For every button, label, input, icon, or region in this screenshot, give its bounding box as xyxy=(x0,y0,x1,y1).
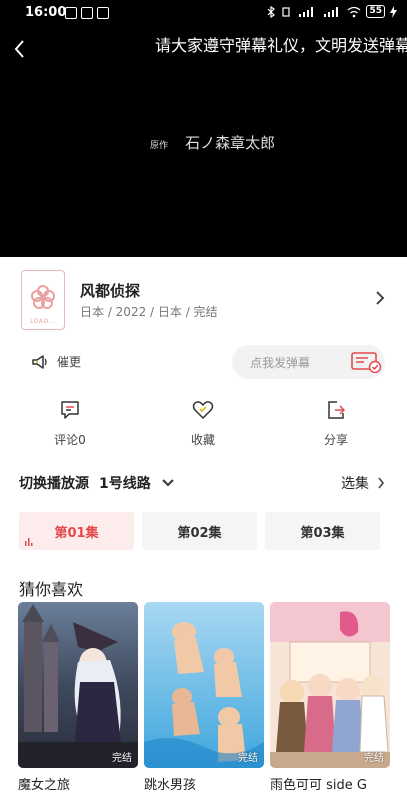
episode-label: 第03集 xyxy=(300,525,345,541)
select-episode-button[interactable]: 选集 xyxy=(341,473,385,493)
comment-icon xyxy=(61,401,79,419)
anime-meta: 日本 / 2022 / 日本 / 完结 xyxy=(80,305,218,319)
heart-icon xyxy=(192,401,214,419)
vibrate-icon xyxy=(282,6,291,17)
status-badge: 完结 xyxy=(238,753,258,764)
danmaku-placeholder: 点我发弹幕 xyxy=(250,356,311,370)
notification-icon xyxy=(97,7,109,19)
recommend-card[interactable]: 完结 跳水男孩 xyxy=(144,602,264,793)
notification-icon xyxy=(81,7,93,19)
episode-item[interactable]: 第03集 xyxy=(265,512,380,550)
chevron-right-icon[interactable] xyxy=(375,290,385,306)
select-episode-label: 选集 xyxy=(341,476,369,492)
episode-item[interactable]: 第01集 xyxy=(19,512,134,550)
battery-icon: 55 xyxy=(366,5,385,18)
urge-update-button[interactable]: 催更 xyxy=(31,353,81,370)
credit-role: 原作 xyxy=(150,141,169,151)
notification-icon xyxy=(65,7,77,19)
episode-list: 第01集 第02集 第03集 xyxy=(19,512,380,550)
source-switcher[interactable]: 切换播放源 1号线路 xyxy=(19,473,175,493)
chevron-right-icon xyxy=(378,477,385,489)
charging-icon xyxy=(390,5,397,18)
chevron-left-icon xyxy=(14,40,24,58)
urge-label: 催更 xyxy=(57,355,82,369)
recommend-card-title: 魔女之旅 xyxy=(18,778,71,793)
episode-label: 第01集 xyxy=(54,525,99,541)
playing-icon xyxy=(25,538,33,546)
recommend-list: 完结 魔女之旅 完结 跳水男孩 完结 雨色可可 side G xyxy=(18,602,390,793)
recommend-card-title: 跳水男孩 xyxy=(144,778,197,793)
system-icons: 55 xyxy=(267,5,397,18)
recommend-card[interactable]: 完结 魔女之旅 xyxy=(18,602,138,793)
anime-title: 风都侦探 xyxy=(80,282,141,300)
loading-text: LOAD... xyxy=(30,318,56,325)
cafe-girls-art-image xyxy=(270,602,390,768)
source-line: 1号线路 xyxy=(99,476,151,492)
share-button[interactable]: 分享 xyxy=(296,400,376,448)
diving-boys-art-image xyxy=(144,602,264,768)
danmaku-settings-icon[interactable] xyxy=(350,351,382,373)
recommend-card[interactable]: 完结 雨色可可 side G xyxy=(270,602,390,793)
status-badge: 完结 xyxy=(364,753,384,764)
danmaku-input[interactable]: 点我发弹幕 xyxy=(232,345,385,379)
episode-label: 第02集 xyxy=(177,525,222,541)
comment-label: 评论0 xyxy=(54,433,86,447)
source-label: 切换播放源 xyxy=(19,476,89,492)
megaphone-icon xyxy=(32,354,47,369)
share-icon xyxy=(328,401,346,419)
status-badge: 完结 xyxy=(112,753,132,764)
action-row: 评论0 收藏 分享 xyxy=(0,400,407,450)
flower-logo-icon xyxy=(31,285,55,309)
bluetooth-icon xyxy=(268,5,276,18)
recommend-thumbnail: 完结 xyxy=(18,602,138,768)
favorite-label: 收藏 xyxy=(190,433,215,447)
back-button[interactable] xyxy=(12,38,32,60)
poster-placeholder: LOAD... xyxy=(21,270,65,330)
share-label: 分享 xyxy=(323,433,348,447)
chevron-down-icon xyxy=(162,479,174,487)
video-credit: 原作 石ノ森章太郎 xyxy=(150,132,275,153)
episode-item[interactable]: 第02集 xyxy=(142,512,257,550)
witch-art-image xyxy=(18,602,138,768)
recommend-card-title: 雨色可可 side G xyxy=(270,778,367,793)
status-time: 16:00 xyxy=(25,5,67,20)
recommend-title: 猜你喜欢 xyxy=(19,580,84,599)
notification-icons xyxy=(65,7,109,19)
favorite-button[interactable]: 收藏 xyxy=(163,400,243,448)
status-bar: 16:00 55 xyxy=(0,0,407,26)
video-player[interactable]: 16:00 55 请大家遵守弹幕礼仪，文明发送弹幕 原作 石ノ森章太郎 xyxy=(0,0,407,257)
danmaku-comment: 请大家遵守弹幕礼仪，文明发送弹幕 xyxy=(155,36,407,55)
signal-icon xyxy=(299,6,314,17)
comment-button[interactable]: 评论0 xyxy=(30,400,110,448)
anime-info-row[interactable]: LOAD... 风都侦探 日本 / 2022 / 日本 / 完结 xyxy=(0,257,407,342)
credit-name: 石ノ森章太郎 xyxy=(185,134,276,152)
recommend-thumbnail: 完结 xyxy=(144,602,264,768)
wifi-icon xyxy=(348,6,361,17)
signal-icon xyxy=(324,6,339,17)
recommend-thumbnail: 完结 xyxy=(270,602,390,768)
